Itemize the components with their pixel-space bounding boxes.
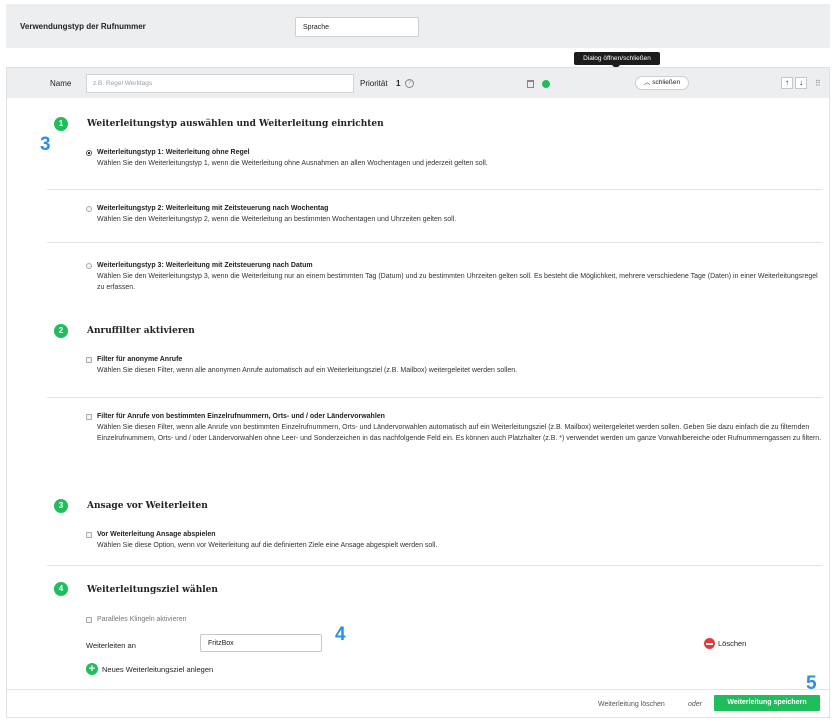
- annotation-5: 5: [806, 673, 817, 694]
- save-forwarding-button[interactable]: Weiterleitung speichern: [714, 695, 820, 711]
- drag-handle-icon[interactable]: ⠿: [815, 79, 821, 88]
- trash-icon[interactable]: [527, 80, 534, 88]
- forward-to-label: Weiterleiten an: [86, 641, 136, 650]
- step-2-title: Anruffilter aktivieren: [87, 326, 195, 336]
- step-2-number: 2: [54, 324, 68, 338]
- option-title: Weiterleitungstyp 2: Weiterleitung mit Z…: [97, 205, 329, 212]
- toggle-dialog-tooltip: Dialog öffnen/schließen: [574, 52, 660, 69]
- add-target-button[interactable]: + Neues Weiterleitungsziel anlegen: [86, 663, 214, 675]
- radio-icon[interactable]: [86, 206, 92, 212]
- step-4-number: 4: [54, 582, 68, 596]
- option-description: Wählen Sie den Weiterleitungstyp 2, wenn…: [97, 216, 457, 223]
- checkbox-icon[interactable]: [86, 414, 92, 420]
- radio-icon[interactable]: [86, 150, 92, 156]
- usage-type-field[interactable]: Sprache: [295, 17, 419, 37]
- help-icon[interactable]: ?: [405, 79, 414, 88]
- rule-name-label: Name: [50, 79, 72, 88]
- option-title: Weiterleitungstyp 3: Weiterleitung mit Z…: [97, 262, 313, 269]
- divider: [47, 189, 823, 190]
- number-filter-option[interactable]: Filter für Anrufe von bestimmten Einzelr…: [86, 413, 822, 444]
- option-title: Filter für anonyme Anrufe: [97, 356, 183, 363]
- option-title: Vor Weiterleitung Ansage abspielen: [97, 531, 216, 538]
- chevron-up-icon: ︿: [643, 79, 651, 86]
- rule-name-input[interactable]: z.B. Regel Werktags: [86, 74, 354, 93]
- priority-value[interactable]: 1: [396, 79, 400, 88]
- or-label: oder: [688, 701, 703, 708]
- step-4-title: Weiterleitungsziel wählen: [87, 585, 218, 595]
- forwarding-type-3-option[interactable]: Weiterleitungstyp 3: Weiterleitung mit Z…: [86, 262, 822, 293]
- step-3-title: Ansage vor Weiterleiten: [87, 501, 208, 511]
- option-description: Wählen Sie den Weiterleitungstyp 3, wenn…: [97, 273, 818, 291]
- step-1-number: 1: [54, 117, 68, 131]
- close-label: schließen: [652, 79, 681, 86]
- annotation-3: 3: [40, 134, 51, 155]
- parallel-ringing-label: Paralleles Klingeln aktivieren: [97, 616, 187, 623]
- delete-forwarding-link[interactable]: Weiterleitung löschen: [598, 701, 665, 708]
- checkbox-icon[interactable]: [86, 357, 92, 363]
- parallel-ringing-checkbox[interactable]: Paralleles Klingeln aktivieren: [86, 616, 187, 623]
- forwarding-type-2-option[interactable]: Weiterleitungstyp 2: Weiterleitung mit Z…: [86, 205, 822, 225]
- step-1-title: Weiterleitungstyp auswählen und Weiterle…: [87, 119, 384, 129]
- priority-label: Priorität: [360, 79, 388, 88]
- forward-target-input[interactable]: FritzBox: [200, 634, 322, 652]
- minus-circle-icon: [704, 638, 715, 649]
- move-up-button[interactable]: ↑: [781, 77, 793, 89]
- usage-type-bar: Verwendungstyp der Rufnummer Sprache: [6, 4, 830, 48]
- radio-icon[interactable]: [86, 263, 92, 269]
- option-description: Wählen Sie diese Option, wenn vor Weiter…: [97, 542, 438, 549]
- checkbox-icon[interactable]: [86, 532, 92, 538]
- delete-target-button[interactable]: Löschen: [704, 638, 746, 649]
- rule-header: Name z.B. Regel Werktags Priorität 1 ? ︿…: [7, 68, 829, 98]
- option-title: Weiterleitungstyp 1: Weiterleitung ohne …: [97, 149, 250, 156]
- rule-footer: Weiterleitung löschen oder Weiterleitung…: [7, 689, 829, 717]
- usage-type-label: Verwendungstyp der Rufnummer: [20, 22, 146, 31]
- step-3-number: 3: [54, 499, 68, 513]
- add-target-label: Neues Weiterleitungsziel anlegen: [102, 665, 214, 674]
- annotation-4: 4: [335, 624, 346, 645]
- anonymous-filter-option[interactable]: Filter für anonyme Anrufe Wählen Sie die…: [86, 356, 822, 376]
- option-description: Wählen Sie den Weiterleitungstyp 1, wenn…: [97, 160, 488, 167]
- announcement-option[interactable]: Vor Weiterleitung Ansage abspielen Wähle…: [86, 531, 822, 551]
- status-dot-icon: [542, 80, 550, 88]
- divider: [47, 242, 823, 243]
- move-down-button[interactable]: ↓: [795, 77, 807, 89]
- forwarding-rule-card: Name z.B. Regel Werktags Priorität 1 ? ︿…: [6, 67, 830, 718]
- close-dialog-button[interactable]: ︿ schließen: [635, 76, 689, 90]
- plus-circle-icon: +: [86, 663, 98, 675]
- checkbox-icon[interactable]: [86, 617, 92, 623]
- forwarding-type-1-option[interactable]: Weiterleitungstyp 1: Weiterleitung ohne …: [86, 149, 822, 169]
- divider: [47, 565, 823, 566]
- option-description: Wählen Sie diesen Filter, wenn alle anon…: [97, 367, 518, 374]
- option-description: Wählen Sie diesen Filter, wenn alle Anru…: [97, 424, 822, 442]
- divider: [47, 397, 823, 398]
- option-title: Filter für Anrufe von bestimmten Einzelr…: [97, 413, 385, 420]
